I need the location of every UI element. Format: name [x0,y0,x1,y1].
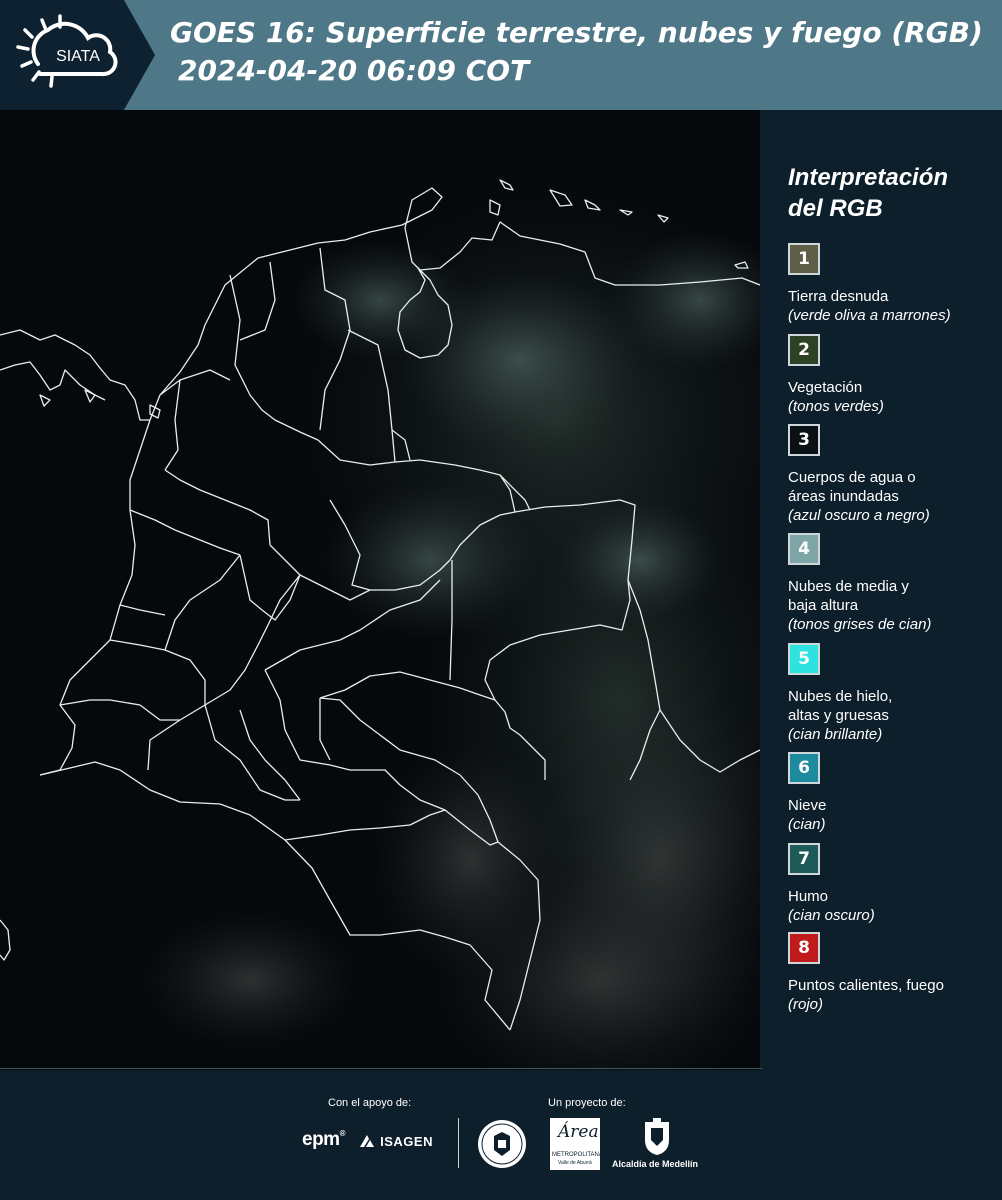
isagen-icon [360,1135,374,1147]
legend-item-name: Nubes de media y baja altura [788,578,909,614]
legend-item-desc: (cian) [788,816,826,833]
legend-swatch-3: 3 [788,424,820,456]
legend-title-line-1: Interpretación [788,164,949,191]
title-line-1: GOES 16: Superficie terrestre, nubes y f… [170,16,983,49]
legend-item-desc: (cian oscuro) [788,907,875,924]
epm-logo: epm® [302,1129,346,1150]
legend-swatch-2: 2 [788,334,820,366]
legend-swatch-4: 4 [788,533,820,565]
legend-title-line-2: del RGB [788,195,883,222]
legend-item: 5 Nubes de hielo, altas y gruesas (cian … [788,643,918,744]
title-line-2: 2024-04-20 06:09 COT [178,54,530,87]
isagen-text: ISAGEN [380,1134,433,1149]
project-label: Un proyecto de: [548,1097,626,1109]
legend-item-desc: (tonos grises de cian) [788,616,932,633]
footer-divider [458,1118,459,1168]
legend-item-desc: (azul oscuro a negro) [788,507,930,524]
legend-swatch-7: 7 [788,843,820,875]
legend-panel: Interpretación del RGB 1 Tierra desnuda … [762,110,1002,1070]
header-bar: SIATA GOES 16: Superficie terrestre, nub… [0,0,1002,110]
legend-item-desc: (cian brillante) [788,726,883,743]
legend-item: 7 Humo (cian oscuro) [788,843,998,925]
alcaldia-text: Alcaldía de Medellín [612,1159,699,1169]
logo-text: SIATA [56,48,100,65]
legend-item-name: Humo [788,888,829,905]
legend-item-name: Nubes de hielo, altas y gruesas [788,688,893,724]
legend-item-name: Nieve [788,797,827,814]
siata-logo: SIATA [0,0,155,110]
satellite-map [0,110,760,1070]
medellin-shield-icon [643,1118,671,1160]
legend-item: 2 Vegetación (tonos verdes) [788,334,998,416]
area-metropolitana-logo: Área METROPOLITANA Valle de Aburrá [550,1118,603,1170]
area-script: Área [558,1122,599,1142]
legend-title: Interpretación del RGB [788,162,948,224]
legend-swatch-1: 1 [788,243,820,275]
legend-item-desc: (rojo) [788,996,824,1013]
legend-item: 4 Nubes de media y baja altura (tonos gr… [788,533,938,634]
legend-swatch-8: 8 [788,932,820,964]
legend-swatch-6: 6 [788,752,820,784]
legend-item: 6 Nieve (cian) [788,752,998,834]
epm-text: epm [302,1129,340,1150]
legend-item-name: Puntos calientes, fuego [788,977,944,994]
area-line-2: Valle de Aburrá [558,1160,592,1166]
legend-item: 8 Puntos calientes, fuego (rojo) [788,932,998,1014]
legend-item: 1 Tierra desnuda (verde oliva a marrones… [788,243,998,325]
support-label: Con el apoyo de: [328,1097,412,1109]
page-title: GOES 16: Superficie terrestre, nubes y f… [170,14,983,90]
legend-item-name: Tierra desnuda [788,288,889,305]
map-bottom-line [0,1068,775,1069]
legend-item-desc: (verde oliva a marrones) [788,307,951,324]
isagen-logo: ISAGEN [358,1133,433,1149]
legend-item: 3 Cuerpos de agua o áreas inundadas (azu… [788,424,948,525]
legend-item-name: Vegetación [788,379,863,396]
map-boundaries [0,110,760,1070]
area-line-1: METROPOLITANA [552,1152,603,1158]
legend-item-desc: (tonos verdes) [788,398,884,415]
legend-item-name: Cuerpos de agua o áreas inundadas [788,469,916,505]
gobernacion-seal-icon [476,1118,528,1174]
legend-swatch-5: 5 [788,643,820,675]
